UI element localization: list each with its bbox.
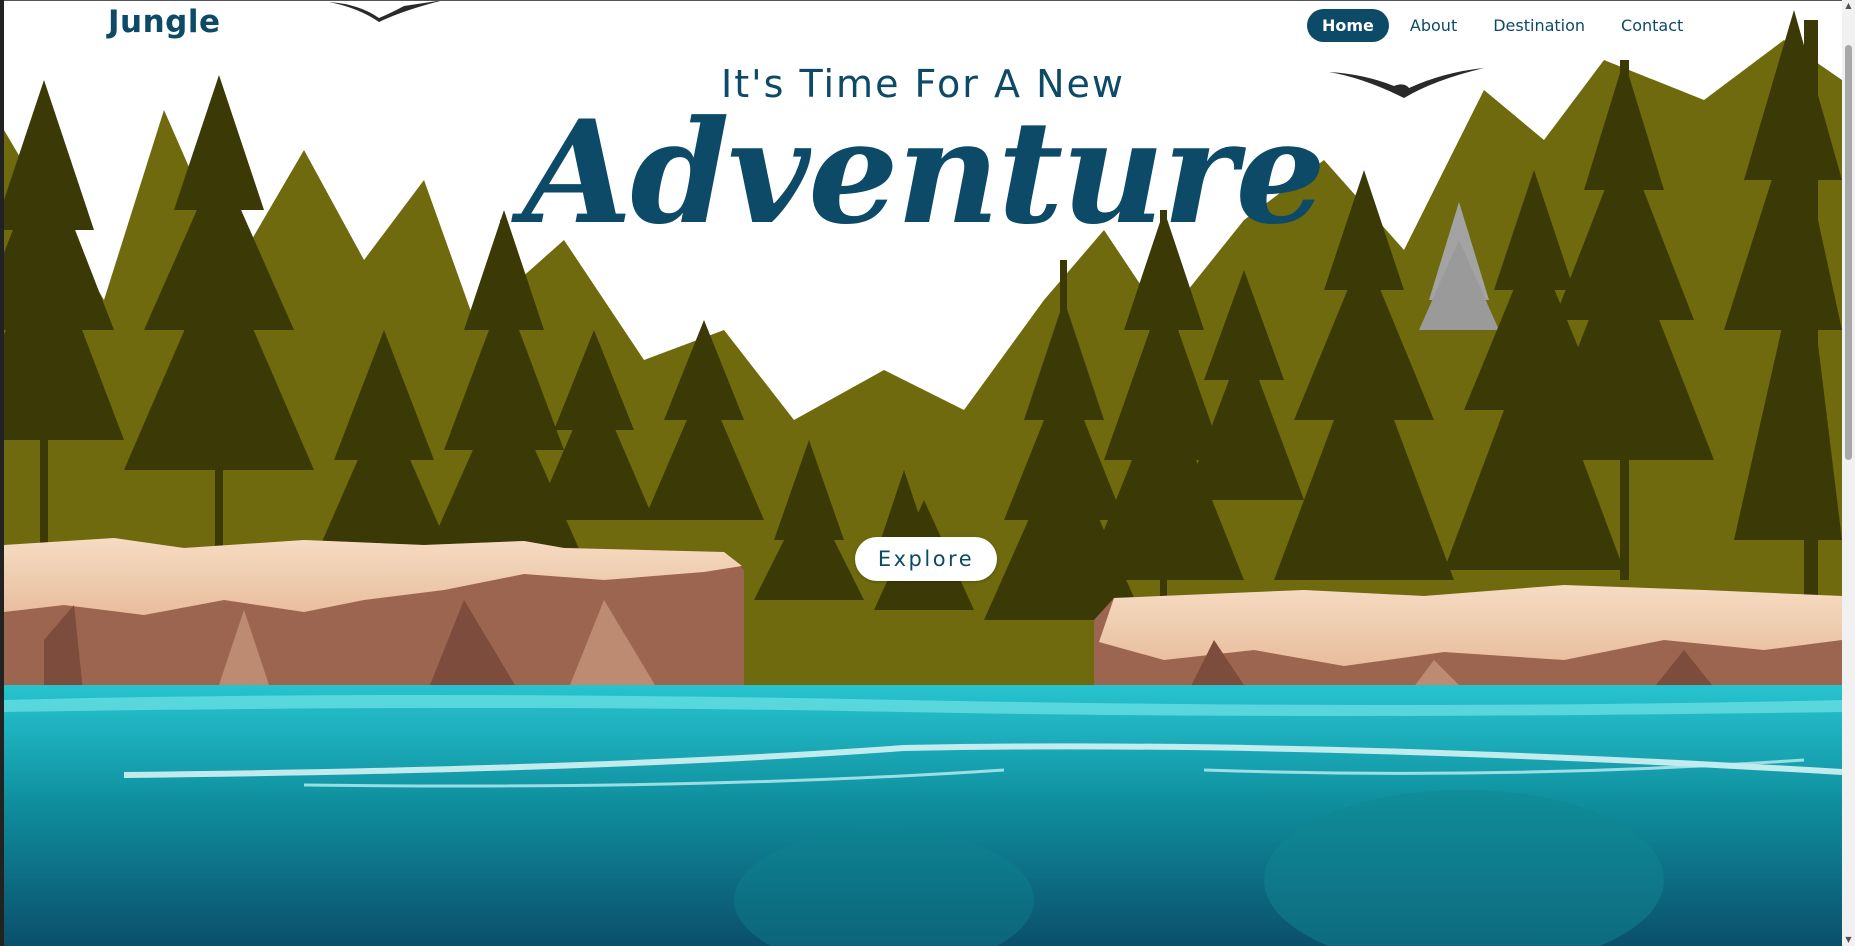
nav-about[interactable]: About (1395, 9, 1472, 42)
scrollbar-thumb[interactable] (1845, 45, 1852, 460)
chevron-up-icon[interactable]: ▲ (1844, 0, 1853, 12)
right-cliff (1094, 585, 1842, 700)
hero-section: Jungle Home About Destination Contact It… (4, 0, 1842, 946)
window-top-border (0, 0, 1855, 1)
brand-logo[interactable]: Jungle (108, 4, 221, 40)
left-cliff (4, 538, 744, 700)
nav-destination[interactable]: Destination (1478, 9, 1600, 42)
hero-headline: Adventure (522, 90, 1326, 256)
browser-viewport: Jungle Home About Destination Contact It… (0, 0, 1855, 946)
nav-home[interactable]: Home (1307, 8, 1389, 42)
nav-contact[interactable]: Contact (1606, 9, 1698, 42)
explore-button[interactable]: Explore (855, 537, 997, 581)
lake (4, 685, 1842, 946)
window-left-border (0, 0, 4, 946)
main-nav: Home About Destination Contact (1307, 7, 1704, 43)
vertical-scrollbar[interactable]: ▲ ▼ (1842, 0, 1855, 946)
chevron-down-icon[interactable]: ▼ (1844, 934, 1853, 946)
